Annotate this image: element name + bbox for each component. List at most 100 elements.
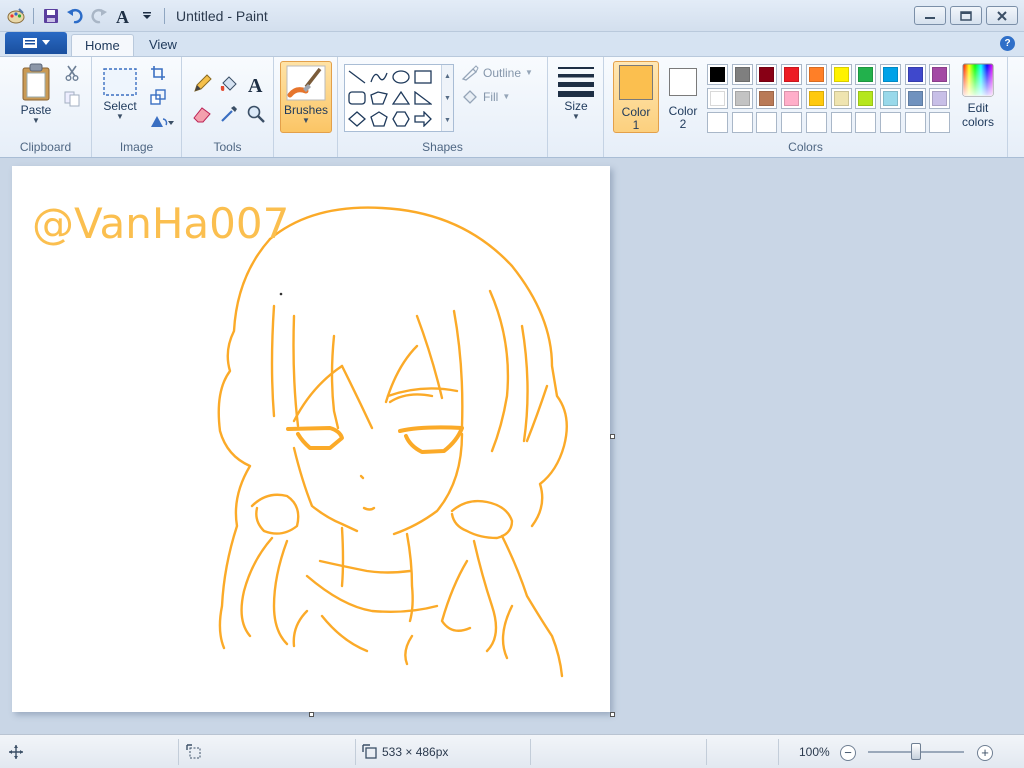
edit-colors-button[interactable]: Edit colors [956,63,1000,129]
help-icon[interactable]: ? [1000,36,1015,51]
color-1-button[interactable]: Color 1 [613,61,659,133]
oval-shape-icon[interactable] [390,67,412,87]
line-shape-icon[interactable] [346,67,368,87]
select-button[interactable]: Select ▼ [98,67,142,121]
select-caret-icon: ▼ [116,112,124,121]
right-triangle-shape-icon[interactable] [412,88,434,108]
collar-stroke [305,574,439,613]
text-font-icon[interactable]: A [113,6,133,26]
palette-swatch[interactable] [879,88,901,109]
palette-swatch-color [833,67,849,82]
palette-empty-swatch[interactable] [879,112,901,133]
palette-swatch[interactable] [707,88,728,109]
palette-empty-swatch[interactable] [756,112,778,133]
palette-swatch-color [759,115,774,130]
color-picker-icon[interactable] [217,102,241,126]
magnifier-icon[interactable] [244,102,268,126]
palette-swatch[interactable] [855,64,877,85]
fill-button[interactable]: Fill ▼ [461,89,510,105]
palette-empty-swatch[interactable] [805,112,827,133]
palette-swatch[interactable] [707,64,728,85]
pencil-icon[interactable] [190,72,214,96]
palette-swatch[interactable] [879,64,901,85]
outline-button[interactable]: Outline ▼ [461,65,533,81]
zoom-out-button[interactable]: − [840,745,856,761]
palette-swatch[interactable] [855,88,877,109]
customize-qat-dropdown-icon[interactable] [137,6,157,26]
text-tool-icon[interactable]: A [244,72,268,96]
minimize-button[interactable] [914,6,946,25]
paint-app-icon[interactable] [6,6,26,26]
shapes-scroll-down-icon[interactable]: ▼ [444,95,451,102]
close-button[interactable] [986,6,1018,25]
fill-label: Fill [483,90,499,104]
shapes-expand-icon[interactable]: ▼ [444,117,451,124]
copy-icon[interactable] [62,89,82,109]
palette-swatch[interactable] [830,64,852,85]
canvas-workspace[interactable]: @VanHa007 [0,158,1024,734]
cut-icon[interactable] [62,63,82,83]
rectangle-shape-icon[interactable] [412,67,434,87]
palette-swatch[interactable] [830,88,852,109]
polygon-shape-icon[interactable] [368,88,390,108]
zoom-slider-thumb[interactable] [911,743,921,760]
paint-menu-button[interactable] [5,32,67,54]
rotate-icon[interactable] [148,111,176,131]
hexagon-shape-icon[interactable] [390,109,412,129]
paste-button[interactable]: Paste ▼ [14,63,58,125]
palette-empty-swatch[interactable] [707,112,728,133]
right-arrow-shape-icon[interactable] [412,109,434,129]
hair-strand-stroke [488,289,510,453]
palette-swatch-color [908,115,923,130]
shapes-scroll[interactable]: ▲ ▼ ▼ [441,65,453,131]
ink-dot [279,292,283,296]
shapes-group-label: Shapes [422,140,463,154]
palette-swatch[interactable] [781,64,803,85]
save-icon[interactable] [41,6,61,26]
palette-empty-swatch[interactable] [781,112,803,133]
palette-swatch[interactable] [756,64,778,85]
fill-with-color-icon[interactable] [217,72,241,96]
palette-swatch-color [784,67,800,82]
resize-handle-bottom[interactable] [309,712,314,717]
palette-empty-swatch[interactable] [929,112,951,133]
crop-icon[interactable] [148,63,168,83]
resize-handle-right[interactable] [610,434,615,439]
palette-empty-swatch[interactable] [904,112,926,133]
palette-swatch[interactable] [731,88,753,109]
palette-empty-swatch[interactable] [731,112,753,133]
palette-swatch[interactable] [929,88,951,109]
tab-view[interactable]: View [136,34,190,56]
resize-handle-corner[interactable] [610,712,615,717]
shapes-scroll-up-icon[interactable]: ▲ [444,73,451,80]
color-1-number: 1 [632,118,640,132]
palette-swatch[interactable] [781,88,803,109]
restore-button[interactable] [950,6,982,25]
tab-home[interactable]: Home [71,34,134,56]
palette-swatch[interactable] [904,88,926,109]
size-button[interactable]: Size ▼ [556,65,596,121]
triangle-shape-icon[interactable] [390,88,412,108]
drawing-canvas[interactable]: @VanHa007 [12,166,615,717]
palette-swatch[interactable] [904,64,926,85]
undo-icon[interactable] [65,6,85,26]
eraser-icon[interactable] [190,102,214,126]
palette-swatch-color [759,67,775,82]
palette-swatch[interactable] [805,88,827,109]
color-2-button[interactable]: Color 2 [661,61,705,133]
palette-swatch[interactable] [805,64,827,85]
palette-swatch[interactable] [929,64,951,85]
curve-shape-icon[interactable] [368,67,390,87]
palette-empty-swatch[interactable] [830,112,852,133]
hair-outline-stroke [268,206,568,528]
redo-icon[interactable] [89,6,109,26]
diamond-shape-icon[interactable] [346,109,368,129]
palette-empty-swatch[interactable] [855,112,877,133]
pentagon-shape-icon[interactable] [368,109,390,129]
zoom-in-button[interactable]: + [977,745,993,761]
lower-hair-stroke [440,559,472,632]
resize-icon[interactable] [148,87,168,107]
palette-swatch[interactable] [756,88,778,109]
rounded-rectangle-shape-icon[interactable] [346,88,368,108]
palette-swatch[interactable] [731,64,753,85]
